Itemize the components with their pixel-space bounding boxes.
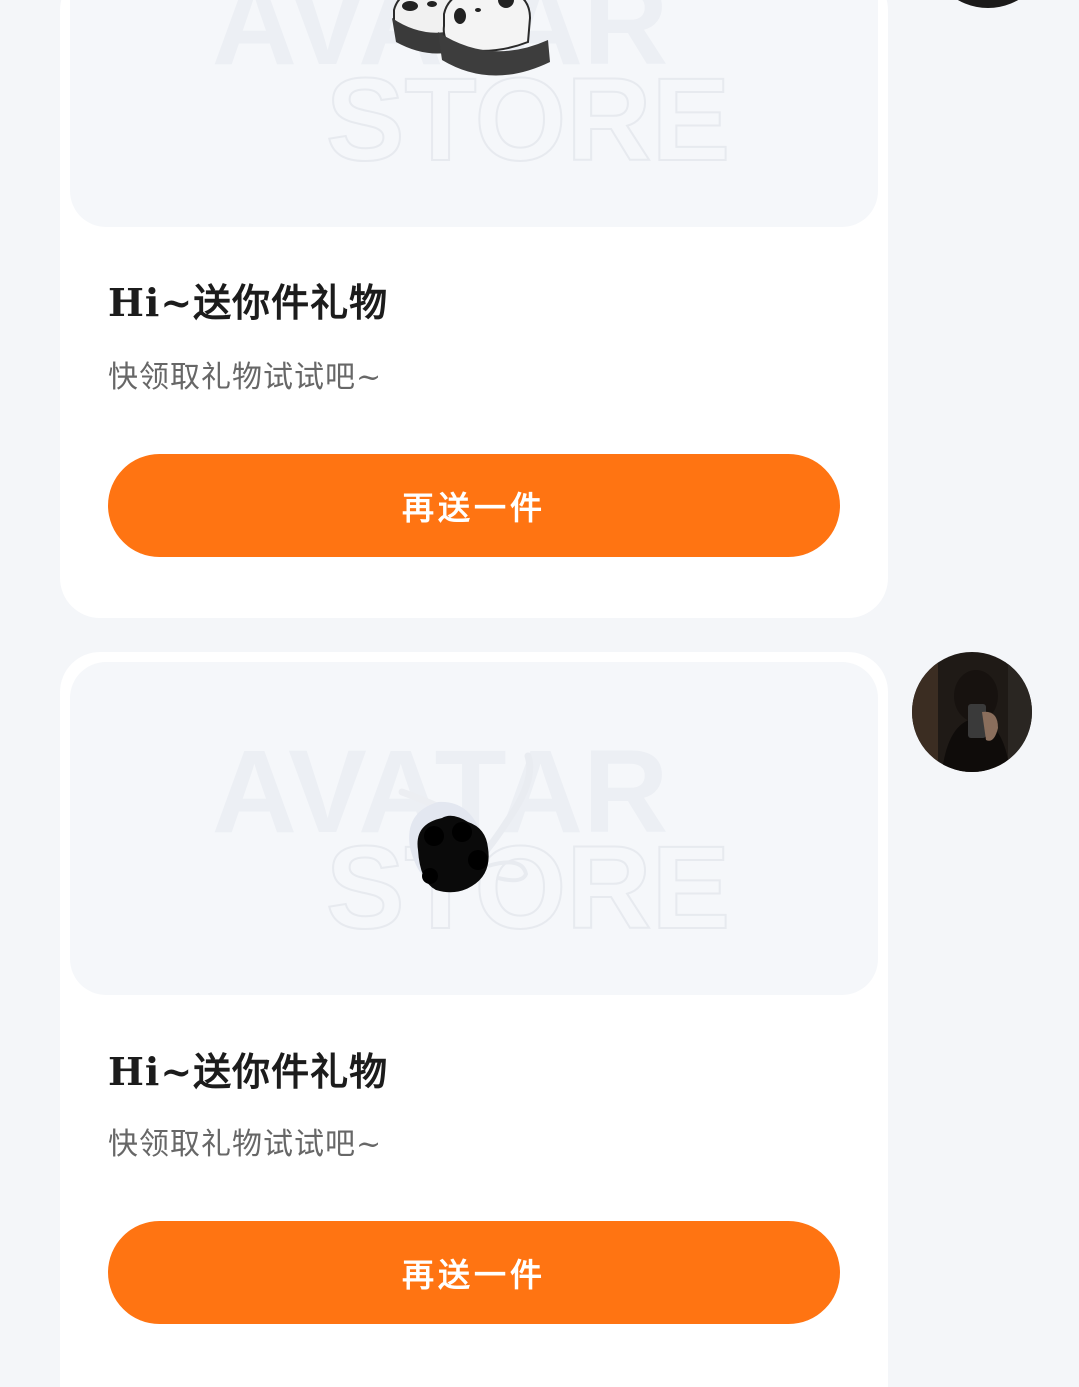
gift-subtitle: 快领取礼物试试吧~ (108, 1127, 383, 1162)
sender-avatar[interactable] (912, 652, 1032, 772)
send-another-button[interactable]: 再送一件 (108, 454, 840, 557)
gift-subtitle: 快领取礼物试试吧~ (108, 360, 383, 395)
gift-card: AVATAR STORE Hi~送你件礼物 快领取礼物试试吧~ 再送一件 (60, 0, 888, 618)
gift-preview[interactable]: AVATAR STORE (70, 0, 878, 227)
black-rose-bouquet-icon (398, 752, 534, 893)
panda-slippers-icon (392, 0, 550, 76)
chat-screen: AVATAR STORE Hi~送你件礼物 快领取礼物试试吧~ 再送一件 (0, 0, 1079, 1387)
gift-preview[interactable]: AVATAR STORE (70, 662, 878, 995)
user-avatar-photo (912, 652, 1032, 772)
gift-title: Hi~送你件礼物 (108, 1049, 389, 1094)
gift-card: AVATAR STORE Hi~送你件礼物 快领取礼物试试吧~ 再送一件 (60, 652, 888, 1387)
send-another-button[interactable]: 再送一件 (108, 1221, 840, 1324)
sender-avatar[interactable] (928, 0, 1048, 8)
gift-title: Hi~送你件礼物 (108, 280, 389, 325)
